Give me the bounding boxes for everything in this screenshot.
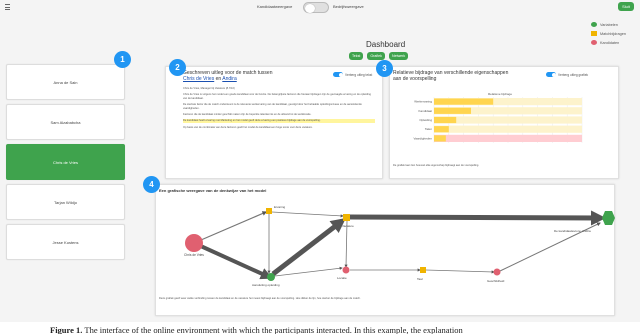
- title-connector: en: [215, 75, 222, 82]
- candidate-item[interactable]: Anna de Sain: [6, 64, 125, 100]
- node-label: De kandidaatsscore: Andira: [554, 229, 591, 233]
- category-label: Vaardigheden: [414, 136, 433, 140]
- text-card-title: Geschreven uitleg voor de match tussen C…: [183, 70, 323, 82]
- text-paragraph-highlight: De kandidaat heeft ervaring met Marketin…: [183, 119, 375, 123]
- node-label: Taal: [417, 277, 423, 281]
- toggle-label: Verberg uitleg grafiek: [558, 72, 589, 77]
- node-label: Chris de Vries: [184, 253, 204, 257]
- contribution-node[interactable]: [266, 208, 272, 214]
- circle-icon: [591, 40, 597, 45]
- vacancy-link[interactable]: Andira: [222, 76, 236, 82]
- category-label: Kandidaat: [418, 109, 432, 113]
- category-label: Opleiding: [419, 118, 432, 122]
- tab-network[interactable]: Netwerk: [388, 52, 409, 60]
- legend-label: Variabelen: [600, 22, 618, 27]
- contribution-node[interactable]: [343, 214, 350, 221]
- bar[interactable]: [434, 135, 446, 142]
- switch-knob: [305, 3, 315, 13]
- edge: [271, 217, 346, 276]
- toggle-switch: [546, 72, 556, 77]
- candidate-node[interactable]: [342, 266, 350, 274]
- outcome-node[interactable]: [602, 211, 615, 225]
- text-paragraph: Factoren die de kandidaat minder geschik…: [183, 113, 312, 117]
- legend: Variabelen Matchbijdragen Kandidaten: [591, 20, 626, 47]
- close-button[interactable]: Sluit: [618, 2, 634, 11]
- diagram-footnote: Deze grafiek geeft weer welke verbinding…: [159, 297, 361, 300]
- view-toggle: Kandidaatweergave Bedrijfsweergave: [0, 2, 640, 14]
- edge: [193, 241, 273, 280]
- contribution-node[interactable]: [420, 267, 426, 273]
- tab-text[interactable]: Tekst: [349, 52, 364, 60]
- candidate-item[interactable]: Sam Alzababcha: [6, 104, 125, 140]
- chart-explanation-toggle[interactable]: Verberg uitleg grafiek: [546, 72, 588, 77]
- chart-title: Relatieve bijdrage: [488, 92, 512, 96]
- model-network-diagram: Chris de Vries Ervaring Aansluiting ople…: [184, 205, 615, 287]
- toggle-label: Verberg uitleg tekst: [345, 72, 373, 77]
- edge: [271, 211, 344, 218]
- node-label: Locatie: [337, 276, 347, 280]
- edge: [193, 211, 268, 244]
- candidate-link[interactable]: Chris de Vries: [183, 76, 214, 82]
- step-badge-1: 1: [114, 51, 131, 68]
- figure-caption: Figure 1. The interface of the online en…: [50, 325, 640, 334]
- step-badge-2: 2: [169, 59, 186, 76]
- bar[interactable]: [434, 98, 494, 105]
- view-switch[interactable]: [303, 2, 329, 13]
- edge: [425, 269, 495, 274]
- text-explanation-body: Chris de Vries, Manager bij Vacature (8.…: [183, 87, 375, 132]
- toggle-left-label: Kandidaatweergave: [257, 4, 293, 9]
- bar-row-background: [434, 125, 582, 133]
- step-badge-3: 3: [376, 60, 393, 77]
- candidate-item[interactable]: Tarjan Wildjo: [6, 184, 125, 220]
- edge: [349, 210, 606, 226]
- node-label: Ervaring: [274, 205, 286, 209]
- chart-footnote: De grafiek laat zien hoeveel elke eigens…: [393, 164, 480, 167]
- text-paragraph: De sterkste factor die de match onderste…: [183, 103, 362, 110]
- dashboard-app: Kandidaatweergave Bedrijfsweergave Sluit…: [0, 0, 640, 322]
- category-label: Talen: [425, 127, 433, 131]
- candidate-item[interactable]: Jesse Kustens: [6, 224, 125, 260]
- chart-card-title: Relatieve bijdrage van verschillende eig…: [393, 70, 509, 82]
- text-paragraph: Chris de Vries is volgens het model een …: [183, 93, 371, 100]
- legend-label: Kandidaten: [600, 40, 620, 45]
- model-diagram-card: Een grafische weergave van de denkwijze …: [155, 184, 615, 316]
- legend-item-contributions: Matchbijdragen: [591, 29, 626, 38]
- candidate-list: Anna de Sain Sam Alzababcha Chris de Vri…: [6, 64, 125, 264]
- tab-bar: Tekst Grafiek Netwerk: [349, 52, 409, 60]
- candidate-node[interactable]: [185, 234, 203, 252]
- node-label: Geschiktheid: [487, 279, 505, 283]
- circle-icon: [591, 22, 597, 27]
- text-explanation-toggle[interactable]: Verberg uitleg tekst: [333, 72, 372, 77]
- contribution-bar-chart: Relatieve bijdrage Werkervaring Kandidaat O…: [414, 92, 583, 143]
- step-badge-4: 4: [143, 176, 160, 193]
- bar-row-background: [434, 116, 582, 124]
- variable-node[interactable]: [267, 273, 275, 281]
- legend-label: Matchbijdragen: [600, 31, 626, 36]
- text-subtitle: Chris de Vries, Manager bij Vacature (8.…: [183, 87, 235, 90]
- toggle-right-label: Bedrijfsweergave: [333, 4, 364, 9]
- page-title: Dashboard: [366, 40, 406, 49]
- edge: [274, 266, 343, 277]
- category-label: Werkervaring: [414, 100, 432, 104]
- text-paragraph: Op basis van de combinatie van deze fact…: [183, 125, 313, 129]
- node-label: Vacature: [342, 224, 354, 228]
- bar[interactable]: [434, 107, 471, 114]
- legend-item-variables: Variabelen: [591, 20, 626, 29]
- bar[interactable]: [434, 116, 457, 124]
- candidate-node[interactable]: [493, 268, 501, 276]
- square-icon: [591, 31, 597, 36]
- node-label: Aansluiting opleiding: [252, 283, 280, 287]
- bar[interactable]: [434, 126, 449, 133]
- toggle-switch: [333, 72, 343, 77]
- candidate-item-selected[interactable]: Chris de Vries: [6, 144, 125, 180]
- bar-row-background: [434, 134, 582, 142]
- tab-chart[interactable]: Grafiek: [367, 52, 385, 60]
- caption-label: Figure 1.: [50, 325, 83, 334]
- caption-text: The interface of the online environment …: [84, 325, 463, 334]
- legend-item-candidates: Kandidaten: [591, 38, 626, 47]
